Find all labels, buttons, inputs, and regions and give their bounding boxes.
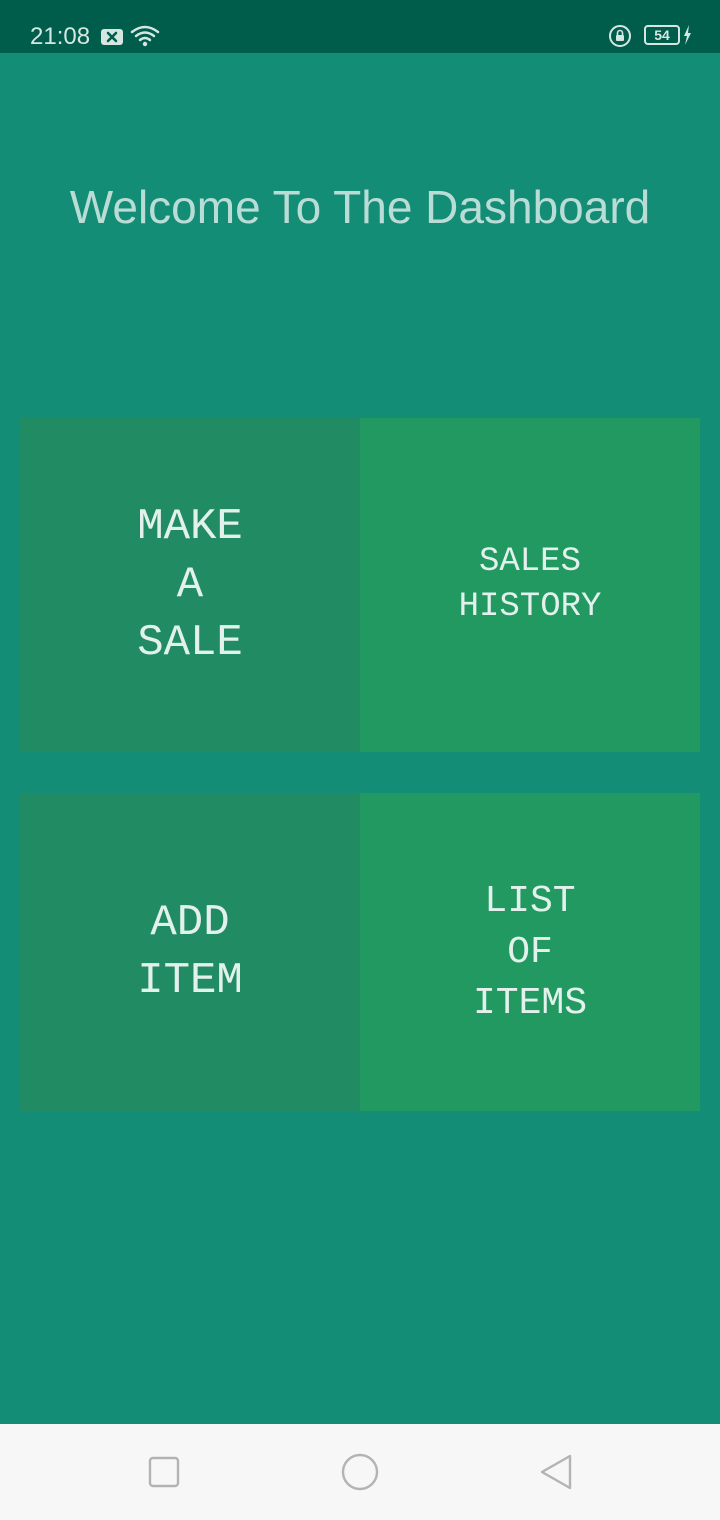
add-item-button[interactable]: ADD ITEM	[20, 793, 360, 1111]
make-a-sale-label: MAKE A SALE	[137, 498, 243, 672]
sales-history-button[interactable]: SALES HISTORY	[360, 418, 700, 752]
tile-label-line: LIST	[484, 879, 576, 923]
tile-label-line: OF	[507, 930, 553, 974]
tile-label-line: SALES	[478, 543, 581, 581]
navigation-bar	[0, 1424, 720, 1520]
home-circle-icon[interactable]	[340, 1452, 380, 1492]
battery-level: 54	[654, 27, 670, 43]
status-time: 21:08	[30, 23, 91, 50]
tile-label-line: ADD	[150, 898, 230, 948]
page-title: Welcome To The Dashboard	[69, 181, 651, 233]
recents-square-icon[interactable]	[144, 1452, 184, 1492]
tile-label-line: ITEM	[137, 956, 243, 1006]
charging-bolt-icon	[684, 25, 691, 45]
back-triangle-icon[interactable]	[536, 1452, 576, 1492]
tile-label-line: ITEMS	[472, 981, 588, 1025]
rotation-lock-icon	[609, 25, 631, 47]
list-of-items-label: LIST OF ITEMS	[473, 876, 587, 1029]
notification-x-icon	[101, 29, 123, 45]
make-a-sale-button[interactable]: MAKE A SALE	[20, 418, 360, 752]
list-of-items-button[interactable]: LIST OF ITEMS	[360, 793, 700, 1111]
tile-label-line: HISTORY	[458, 588, 602, 626]
status-bar: 21:08 54	[0, 0, 720, 53]
tile-label-line: A	[176, 560, 204, 610]
sales-history-label: SALES HISTORY	[459, 540, 602, 630]
tile-label-line: MAKE	[137, 502, 243, 552]
add-item-label: ADD ITEM	[137, 894, 243, 1010]
tile-label-line: SALE	[137, 618, 243, 668]
wifi-icon	[130, 25, 160, 47]
battery-icon: 54	[644, 25, 680, 45]
